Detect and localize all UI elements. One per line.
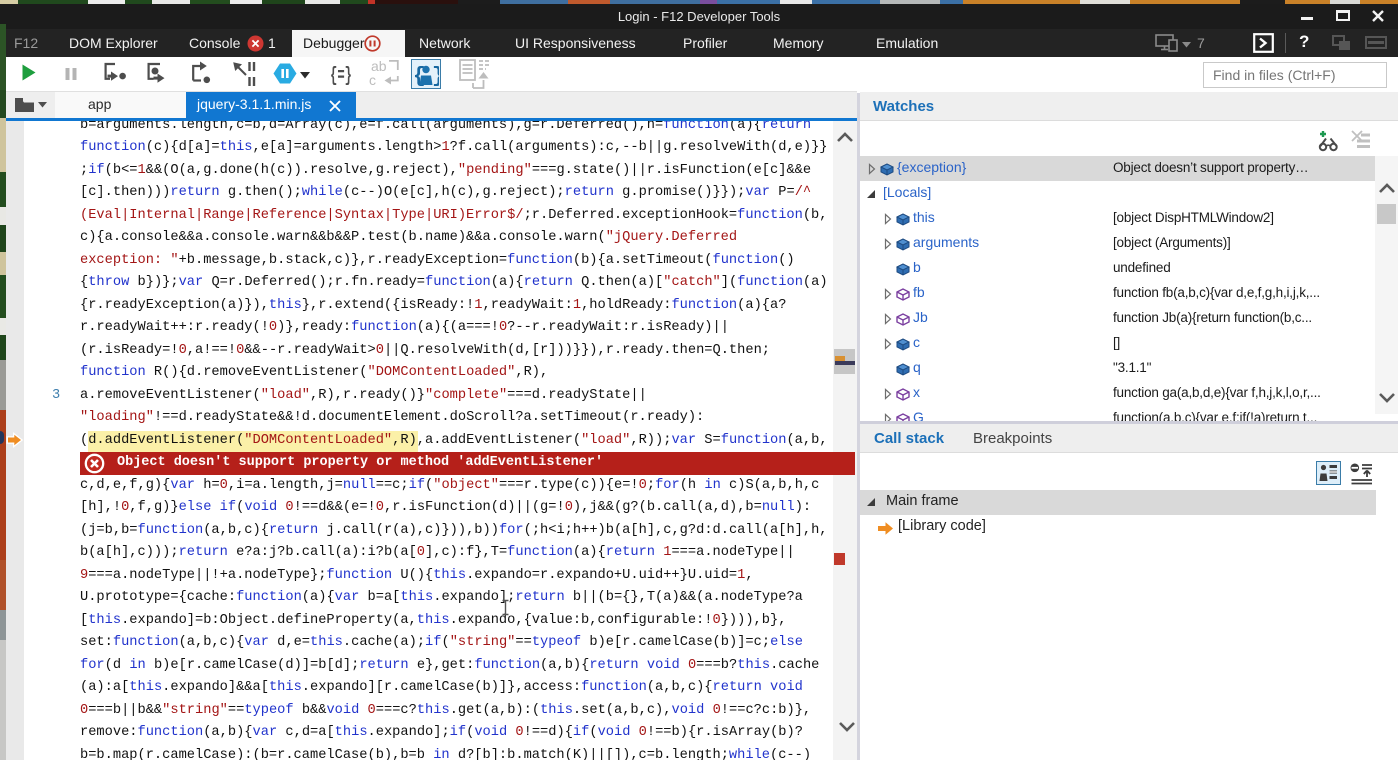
svg-text:{=}: {=} xyxy=(330,65,352,87)
svg-text:}: } xyxy=(432,66,439,89)
